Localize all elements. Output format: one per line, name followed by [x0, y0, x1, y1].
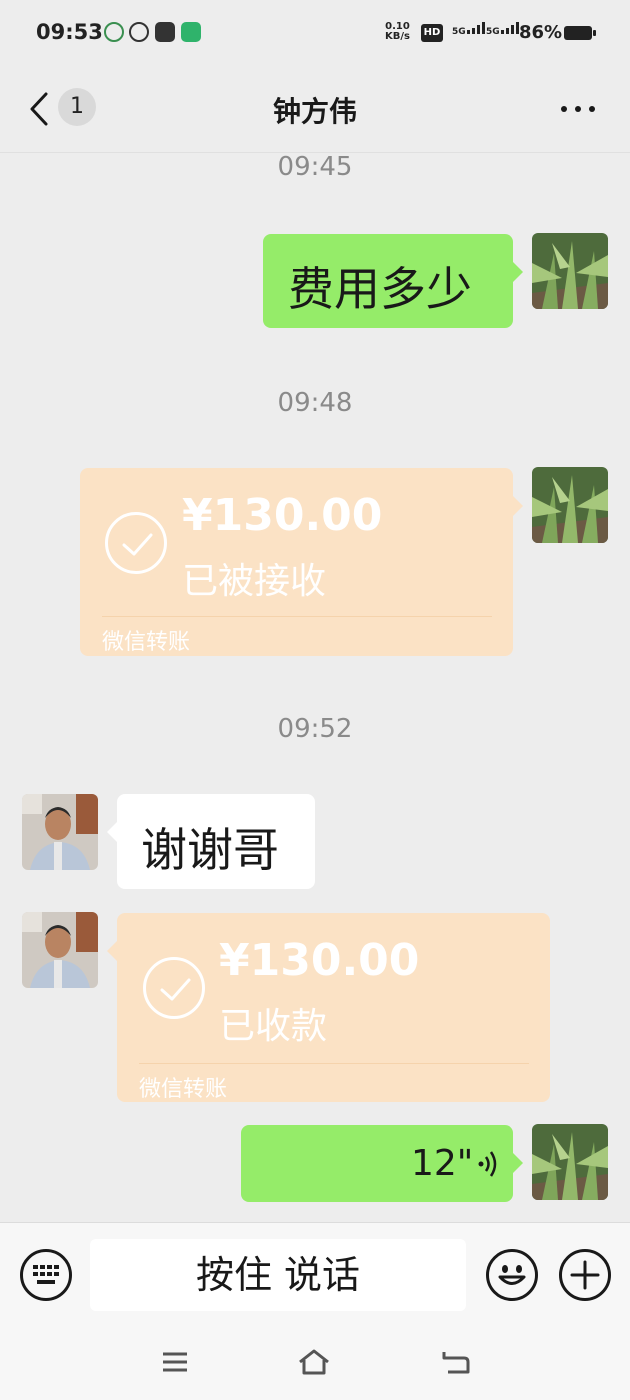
- voice-message-bubble[interactable]: 12": [241, 1125, 523, 1202]
- keyboard-toggle-button[interactable]: [20, 1249, 72, 1301]
- battery-percent: 86%: [519, 22, 563, 43]
- corn-field-avatar-image: [532, 467, 608, 543]
- message-timestamp: 09:48: [277, 388, 353, 418]
- keyboard-icon: [33, 1265, 59, 1284]
- home-icon[interactable]: [297, 1348, 331, 1376]
- signal-sim1-icon: 5G: [452, 22, 485, 37]
- transfer-divider: [102, 616, 492, 617]
- plus-icon: [570, 1260, 600, 1290]
- battery-icon: [564, 26, 596, 40]
- message-timestamp: 09:45: [277, 152, 353, 182]
- check-circle-icon: [143, 957, 205, 1019]
- message-text: 费用多少: [288, 262, 472, 316]
- shopping-bag-icon: [155, 22, 175, 42]
- status-time: 09:53: [36, 20, 103, 44]
- transfer-divider: [139, 1063, 529, 1064]
- status-bar: 09:53 0.10 KB/s HD 5G 5G 86%: [0, 0, 630, 66]
- my-avatar[interactable]: [532, 467, 608, 543]
- input-bar: 按住 说话: [0, 1222, 630, 1322]
- home-app-icon: [181, 22, 201, 42]
- system-navigation-bar: [0, 1322, 630, 1400]
- corn-field-avatar-image: [532, 233, 608, 309]
- transfer-amount: ¥130.00: [182, 490, 383, 541]
- chat-title: 钟方伟: [272, 95, 357, 128]
- message-text: 谢谢哥: [141, 823, 279, 877]
- chat-header: 1 钟方伟: [0, 66, 630, 152]
- contact-avatar[interactable]: [22, 912, 98, 988]
- person-avatar-image: [22, 912, 98, 988]
- more-dots-icon: [561, 106, 567, 112]
- transfer-status: 已被接收: [182, 561, 327, 602]
- transfer-label: 微信转账: [102, 630, 191, 655]
- voice-duration: 12": [411, 1143, 474, 1184]
- hd-voice-icon: HD: [421, 24, 443, 42]
- emoji-button[interactable]: [486, 1249, 538, 1301]
- transfer-status: 已收款: [219, 1006, 328, 1047]
- menu-icon[interactable]: [158, 1348, 192, 1376]
- received-text-bubble[interactable]: 谢谢哥: [107, 794, 315, 889]
- person-avatar-image: [22, 794, 98, 870]
- back-nav-icon[interactable]: [438, 1348, 472, 1376]
- transfer-card[interactable]: ¥130.00 已收款 微信转账: [107, 913, 550, 1102]
- contact-avatar[interactable]: [22, 794, 98, 870]
- my-avatar[interactable]: [532, 233, 608, 309]
- more-button[interactable]: [556, 94, 600, 124]
- voice-wave-icon: [478, 1151, 497, 1177]
- app-notification-icon: [104, 22, 124, 42]
- message-timestamp: 09:52: [277, 714, 353, 744]
- sent-text-bubble[interactable]: 费用多少: [263, 234, 523, 328]
- transfer-amount: ¥130.00: [219, 935, 420, 986]
- corn-field-avatar-image: [532, 1124, 608, 1200]
- transfer-label: 微信转账: [139, 1077, 228, 1102]
- hold-to-talk-button[interactable]: 按住 说话: [90, 1239, 466, 1311]
- emoji-icon: [498, 1265, 526, 1285]
- more-functions-button[interactable]: [559, 1249, 611, 1301]
- transfer-card[interactable]: ¥130.00 已被接收 微信转账: [80, 468, 523, 656]
- check-circle-icon: [105, 512, 167, 574]
- my-avatar[interactable]: [532, 1124, 608, 1200]
- camera-app-icon: [129, 22, 149, 42]
- signal-sim2-icon: 5G: [486, 22, 519, 37]
- network-speed: 0.10 KB/s: [385, 21, 410, 42]
